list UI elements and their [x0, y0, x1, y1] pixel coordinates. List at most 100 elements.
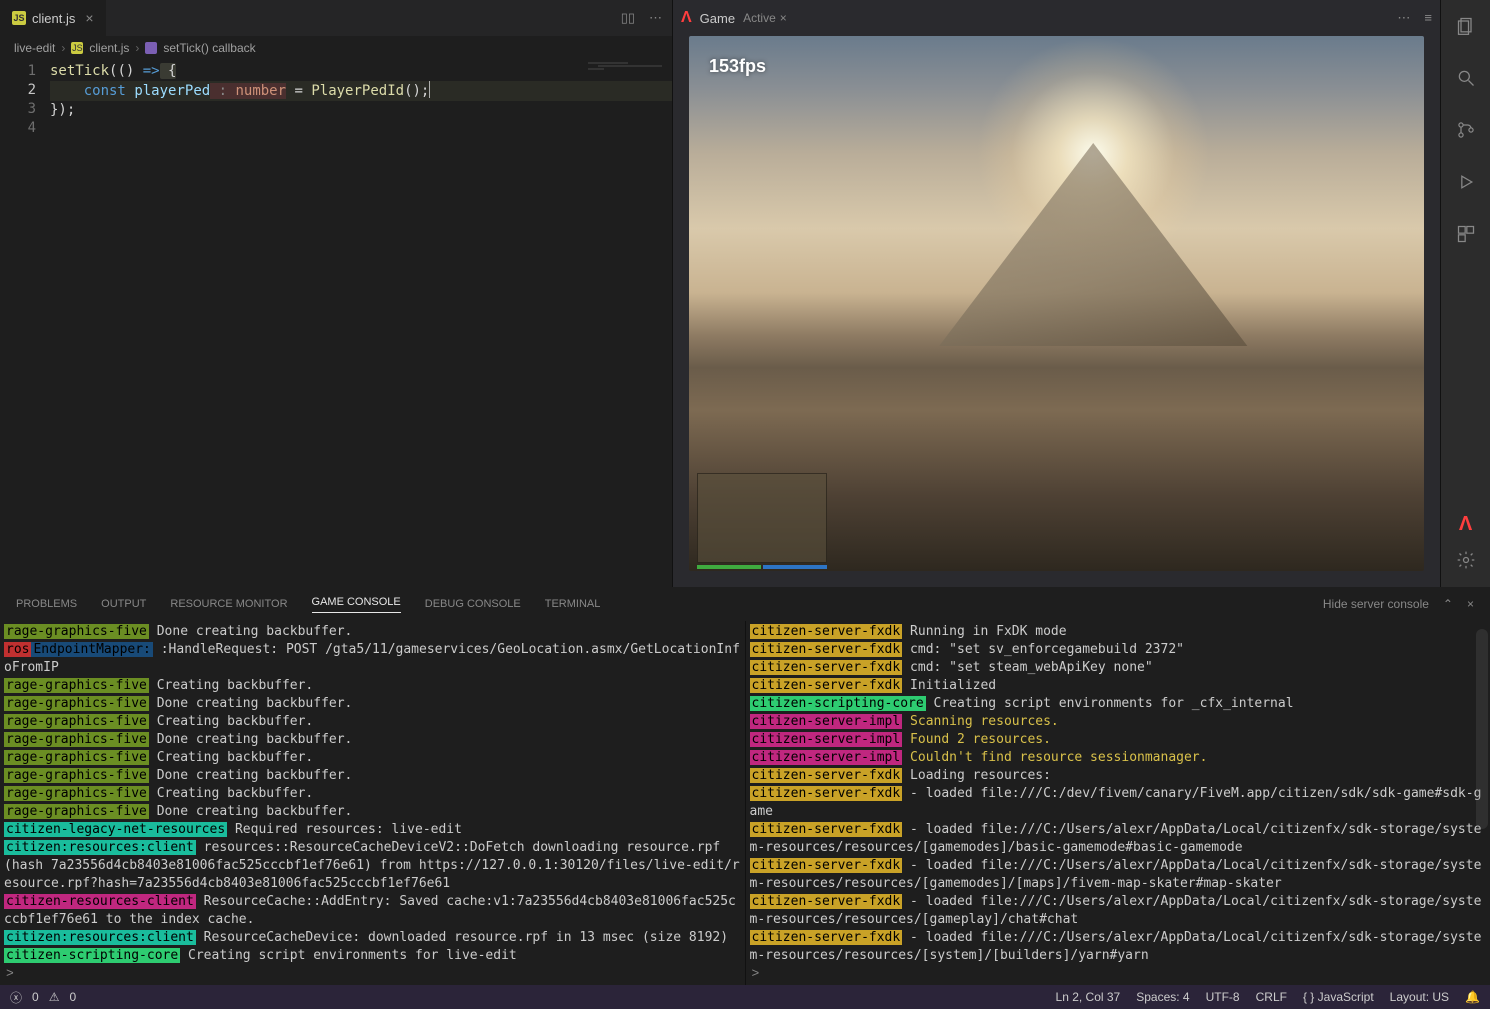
source-control-icon[interactable] — [1454, 118, 1478, 142]
js-file-icon: JS — [71, 42, 83, 54]
game-scenery — [939, 143, 1248, 346]
eol-status[interactable]: CRLF — [1256, 990, 1287, 1004]
status-bar: ⓧ0 ⚠0 Ln 2, Col 37 Spaces: 4 UTF-8 CRLF … — [0, 985, 1490, 1009]
error-count[interactable]: 0 — [32, 990, 39, 1004]
bell-icon[interactable]: 🔔 — [1465, 990, 1480, 1004]
files-icon[interactable] — [1454, 14, 1478, 38]
more-icon[interactable]: ⋯ — [649, 10, 662, 26]
breadcrumb[interactable]: live-edit › JS client.js › setTick() cal… — [0, 36, 672, 60]
warning-icon[interactable]: ⚠ — [49, 990, 60, 1004]
code-content[interactable]: setTick(() => { const playerPed : number… — [50, 60, 672, 587]
console-message: Done creating backbuffer. — [149, 804, 353, 819]
console-tag: citizen-legacy-net-resources — [4, 822, 227, 837]
fivem-logo-icon[interactable]: Λ — [1459, 513, 1472, 536]
console-line: citizen-server-fxdk - loaded file:///C:/… — [750, 857, 1487, 893]
health-bar — [697, 565, 827, 569]
tab-problems[interactable]: PROBLEMS — [16, 598, 77, 610]
console-output[interactable]: rage-graphics-five Done creating backbuf… — [0, 621, 745, 965]
js-file-icon: JS — [12, 11, 26, 25]
hide-server-console-button[interactable]: Hide server console — [1323, 597, 1429, 611]
console-message: Scanning resources. — [902, 714, 1059, 729]
more-icon[interactable]: ⋯ — [1397, 10, 1410, 26]
console-message: Done creating backbuffer. — [149, 696, 353, 711]
token-fn: PlayerPedId — [311, 83, 404, 99]
layout-status[interactable]: Layout: US — [1390, 990, 1449, 1004]
cursor-position[interactable]: Ln 2, Col 37 — [1056, 990, 1121, 1004]
extensions-icon[interactable] — [1454, 222, 1478, 246]
console-line: citizen-server-fxdk cmd: "set steam_webA… — [750, 659, 1487, 677]
console-message: Creating backbuffer. — [149, 750, 313, 765]
console-tag: rage-graphics-five — [4, 678, 149, 693]
token: }); — [50, 102, 75, 118]
console-message: Found 2 resources. — [902, 732, 1051, 747]
console-tag: citizen-scripting-core — [4, 948, 180, 963]
console-message: Creating backbuffer. — [149, 678, 313, 693]
chevron-up-icon[interactable]: ⌃ — [1443, 597, 1453, 611]
search-icon[interactable] — [1454, 66, 1478, 90]
console-tag: citizen:resources:client — [4, 930, 196, 945]
console-line: citizen-server-fxdk - loaded file:///C:/… — [750, 821, 1487, 857]
breadcrumb-segment[interactable]: setTick() callback — [163, 41, 255, 55]
console-tag: citizen-server-impl — [750, 750, 903, 765]
split-editor-icon[interactable]: ▯▯ — [621, 10, 635, 26]
game-viewport[interactable]: 153fps — [689, 36, 1424, 571]
console-tag: citizen-server-fxdk — [750, 768, 903, 783]
fivem-logo-icon: Λ — [681, 9, 692, 27]
tab-game-console[interactable]: GAME CONSOLE — [312, 596, 401, 613]
scrollbar[interactable] — [1476, 621, 1488, 985]
console-tag: citizen-server-fxdk — [750, 786, 903, 801]
token — [50, 83, 84, 99]
game-tab-title[interactable]: Game — [700, 11, 735, 26]
token: = — [286, 83, 311, 99]
tab-terminal[interactable]: TERMINAL — [545, 598, 601, 610]
console-line: rage-graphics-five Creating backbuffer. — [4, 785, 741, 803]
menu-icon[interactable]: ≡ — [1424, 10, 1432, 26]
tab-debug-console[interactable]: DEBUG CONSOLE — [425, 598, 521, 610]
breadcrumb-segment[interactable]: client.js — [89, 41, 129, 55]
error-icon[interactable]: ⓧ — [10, 989, 22, 1006]
console-line: citizen-server-fxdk - loaded file:///C:/… — [750, 893, 1487, 929]
console-tag: rage-graphics-five — [4, 768, 149, 783]
line-gutter: 1 2 3 4 — [0, 60, 50, 587]
inlay-hint-type: number — [235, 83, 286, 99]
token-kw: const — [84, 83, 126, 99]
console-prompt[interactable]: > — [0, 965, 745, 985]
method-icon — [145, 42, 157, 54]
encoding-status[interactable]: UTF-8 — [1206, 990, 1240, 1004]
close-icon[interactable]: × — [1467, 597, 1474, 611]
chevron-right-icon: › — [135, 41, 139, 55]
minimap[interactable] — [588, 62, 668, 102]
console-tag: citizen-server-impl — [750, 732, 903, 747]
console-line: citizen-legacy-net-resources Required re… — [4, 821, 741, 839]
console-message: Done creating backbuffer. — [149, 732, 353, 747]
game-status-label: Active — [743, 11, 776, 25]
console-prompt[interactable]: > — [746, 965, 1490, 985]
token: (() — [109, 63, 143, 79]
console-output[interactable]: citizen-server-fxdk Running in FxDK mode… — [746, 621, 1490, 965]
run-debug-icon[interactable] — [1454, 170, 1478, 194]
tab-output[interactable]: OUTPUT — [101, 598, 146, 610]
inlay-hint: : — [210, 83, 235, 99]
server-console: citizen-server-fxdk Running in FxDK mode… — [745, 621, 1490, 985]
breadcrumb-segment[interactable]: live-edit — [14, 41, 55, 55]
gear-icon[interactable] — [1456, 550, 1476, 573]
console-line: rage-graphics-five Creating backbuffer. — [4, 749, 741, 767]
console-line: rage-graphics-five Done creating backbuf… — [4, 695, 741, 713]
console-line: rage-graphics-five Done creating backbuf… — [4, 731, 741, 749]
language-mode[interactable]: { } JavaScript — [1303, 990, 1374, 1004]
warning-count[interactable]: 0 — [69, 990, 76, 1004]
console-line: rage-graphics-five Done creating backbuf… — [4, 767, 741, 785]
console-line: citizen-server-fxdk - loaded file:///C:/… — [750, 929, 1487, 965]
console-tag: rage-graphics-five — [4, 750, 149, 765]
game-render-surface[interactable]: 153fps — [689, 36, 1424, 571]
editor-tab-client-js[interactable]: JS client.js × — [0, 0, 106, 36]
tab-resource-monitor[interactable]: RESOURCE MONITOR — [170, 598, 287, 610]
chevron-right-icon: › — [61, 41, 65, 55]
close-icon[interactable]: × — [780, 11, 787, 25]
indentation-status[interactable]: Spaces: 4 — [1136, 990, 1189, 1004]
console-message: Done creating backbuffer. — [149, 624, 353, 639]
close-icon[interactable]: × — [85, 10, 93, 26]
token: { — [160, 63, 177, 79]
code-editor[interactable]: 1 2 3 4 setTick(() => { const playerPed … — [0, 60, 672, 587]
console-tag: rage-graphics-five — [4, 624, 149, 639]
